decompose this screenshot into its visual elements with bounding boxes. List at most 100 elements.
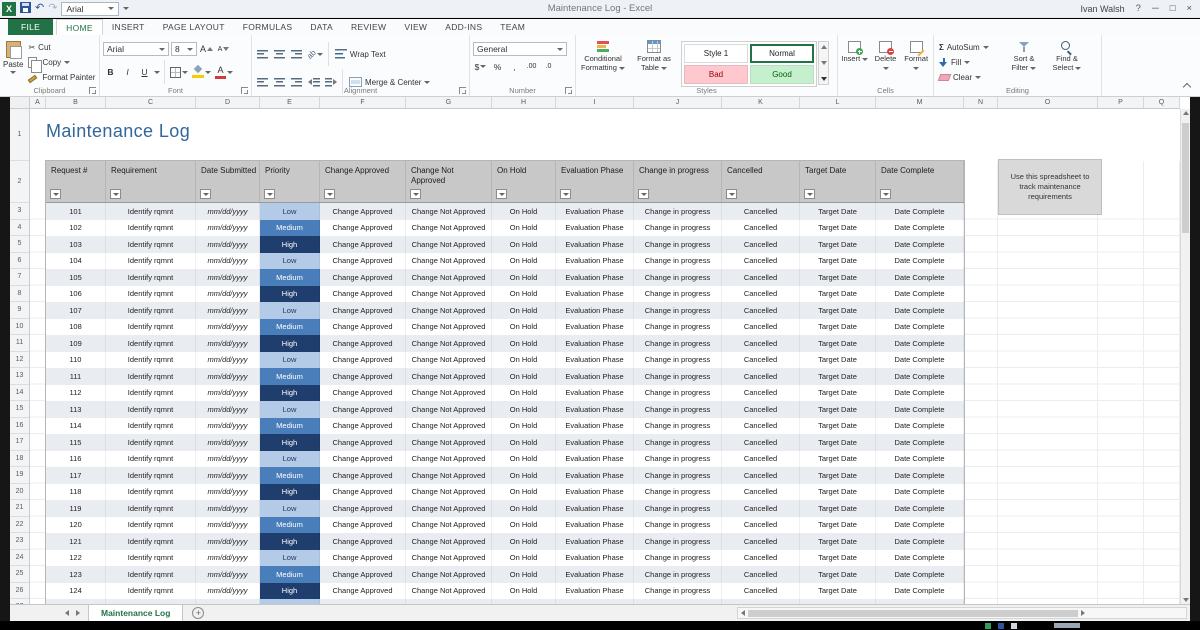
insert-cells-button[interactable]: Insert <box>841 37 869 84</box>
bold-button[interactable]: B <box>103 66 118 79</box>
gallery-down-icon[interactable] <box>820 61 827 65</box>
cell[interactable]: Date Complete <box>876 566 964 583</box>
cell[interactable]: Target Date <box>800 450 876 467</box>
cell[interactable]: mm/dd/yyyy <box>196 500 260 517</box>
column-header-M[interactable]: M <box>876 97 964 108</box>
cell[interactable]: Date Complete <box>876 467 964 484</box>
cell-style-item-selected[interactable]: Normal <box>750 44 814 63</box>
cell[interactable]: Change Approved <box>320 434 406 451</box>
cell[interactable]: Change in progress <box>634 566 722 583</box>
cell[interactable]: Cancelled <box>722 368 800 385</box>
cell[interactable]: On Hold <box>492 384 556 401</box>
cell[interactable]: Change Not Approved <box>406 434 492 451</box>
increase-decimal-button[interactable]: .00 <box>524 60 539 73</box>
scroll-left-icon[interactable] <box>741 610 745 616</box>
cell[interactable]: Evaluation Phase <box>556 516 634 533</box>
cell[interactable]: Date Complete <box>876 368 964 385</box>
cell[interactable]: Cancelled <box>722 516 800 533</box>
number-format-combo[interactable]: General <box>473 42 567 56</box>
table-header-change-approved[interactable]: Change Approved <box>320 161 406 202</box>
cell[interactable]: On Hold <box>492 351 556 368</box>
cell[interactable]: Change in progress <box>634 483 722 500</box>
cell[interactable]: Evaluation Phase <box>556 467 634 484</box>
cell[interactable]: 115 <box>46 434 106 451</box>
italic-button[interactable]: I <box>120 66 135 79</box>
minimize-icon[interactable]: ─ <box>1152 4 1159 14</box>
cell[interactable]: Target Date <box>800 417 876 434</box>
cell[interactable]: Cancelled <box>722 269 800 286</box>
cell[interactable]: Change Approved <box>320 500 406 517</box>
cell[interactable]: mm/dd/yyyy <box>196 219 260 236</box>
cell[interactable]: Change Not Approved <box>406 368 492 385</box>
row-header-24[interactable]: 24 <box>10 550 29 566</box>
cell[interactable]: Change Approved <box>320 236 406 253</box>
cell[interactable]: On Hold <box>492 368 556 385</box>
cell[interactable]: Cancelled <box>722 417 800 434</box>
row-header-23[interactable]: 23 <box>10 533 29 550</box>
row-header-15[interactable]: 15 <box>10 401 29 418</box>
cell[interactable]: Target Date <box>800 533 876 550</box>
cell[interactable]: On Hold <box>492 252 556 269</box>
cell[interactable]: Date Complete <box>876 302 964 319</box>
cell[interactable]: Identify rqmnt <box>106 335 196 352</box>
cell[interactable]: 112 <box>46 384 106 401</box>
add-sheet-button[interactable]: + <box>192 607 205 619</box>
percent-style-button[interactable]: % <box>490 60 505 73</box>
cell[interactable]: Target Date <box>800 582 876 599</box>
cell[interactable]: Date Complete <box>876 351 964 368</box>
row-header-5[interactable]: 5 <box>10 236 29 253</box>
cell[interactable]: Cancelled <box>722 285 800 302</box>
row-header-10[interactable]: 10 <box>10 319 29 335</box>
cell[interactable]: Change in progress <box>634 335 722 352</box>
cell[interactable]: Identify rqmnt <box>106 582 196 599</box>
priority-cell[interactable]: Low <box>260 252 320 269</box>
cell[interactable]: mm/dd/yyyy <box>196 401 260 418</box>
cell[interactable]: mm/dd/yyyy <box>196 417 260 434</box>
cell[interactable]: Change Not Approved <box>406 450 492 467</box>
filter-button[interactable] <box>110 189 121 199</box>
cell[interactable]: Identify rqmnt <box>106 417 196 434</box>
priority-cell[interactable]: Medium <box>260 417 320 434</box>
cell[interactable]: Change Approved <box>320 368 406 385</box>
cell[interactable]: On Hold <box>492 434 556 451</box>
cell[interactable]: 124 <box>46 582 106 599</box>
filter-button[interactable] <box>726 189 737 199</box>
cell[interactable]: Cancelled <box>722 203 800 220</box>
cell[interactable]: Cancelled <box>722 351 800 368</box>
cell[interactable]: On Hold <box>492 467 556 484</box>
cell[interactable]: Change Approved <box>320 533 406 550</box>
row-header-9[interactable]: 9 <box>10 302 29 319</box>
cell[interactable]: Target Date <box>800 401 876 418</box>
taskbar-tray[interactable] <box>1054 623 1080 628</box>
cell[interactable]: Identify rqmnt <box>106 434 196 451</box>
cell[interactable]: Cancelled <box>722 401 800 418</box>
cell[interactable]: Evaluation Phase <box>556 203 634 220</box>
gallery-up-icon[interactable] <box>820 45 827 49</box>
cell[interactable]: mm/dd/yyyy <box>196 533 260 550</box>
row-header-4[interactable]: 4 <box>10 220 29 236</box>
restore-icon[interactable]: □ <box>1170 4 1176 14</box>
priority-cell[interactable]: High <box>260 434 320 451</box>
cell[interactable]: Date Complete <box>876 269 964 286</box>
accounting-format-button[interactable]: $ <box>473 60 488 73</box>
cut-button[interactable]: ✂ Cut <box>26 41 97 54</box>
cell[interactable]: Evaluation Phase <box>556 269 634 286</box>
cell[interactable]: Cancelled <box>722 450 800 467</box>
cell[interactable]: Evaluation Phase <box>556 599 634 604</box>
cell[interactable]: 102 <box>46 219 106 236</box>
qat-font-combo[interactable]: Arial <box>61 1 120 16</box>
cell[interactable]: Identify rqmnt <box>106 566 196 583</box>
align-bottom-button[interactable] <box>289 48 304 61</box>
cell[interactable]: Cancelled <box>722 335 800 352</box>
priority-cell[interactable]: Medium <box>260 566 320 583</box>
cell[interactable]: Target Date <box>800 252 876 269</box>
column-header-O[interactable]: O <box>998 97 1098 108</box>
cell[interactable]: Identify rqmnt <box>106 203 196 220</box>
filter-button[interactable] <box>638 189 649 199</box>
cell[interactable]: 118 <box>46 483 106 500</box>
cell[interactable]: Evaluation Phase <box>556 351 634 368</box>
row-header-22[interactable]: 22 <box>10 517 29 533</box>
cell[interactable]: mm/dd/yyyy <box>196 434 260 451</box>
cell[interactable]: Change Approved <box>320 566 406 583</box>
cell[interactable]: Cancelled <box>722 566 800 583</box>
